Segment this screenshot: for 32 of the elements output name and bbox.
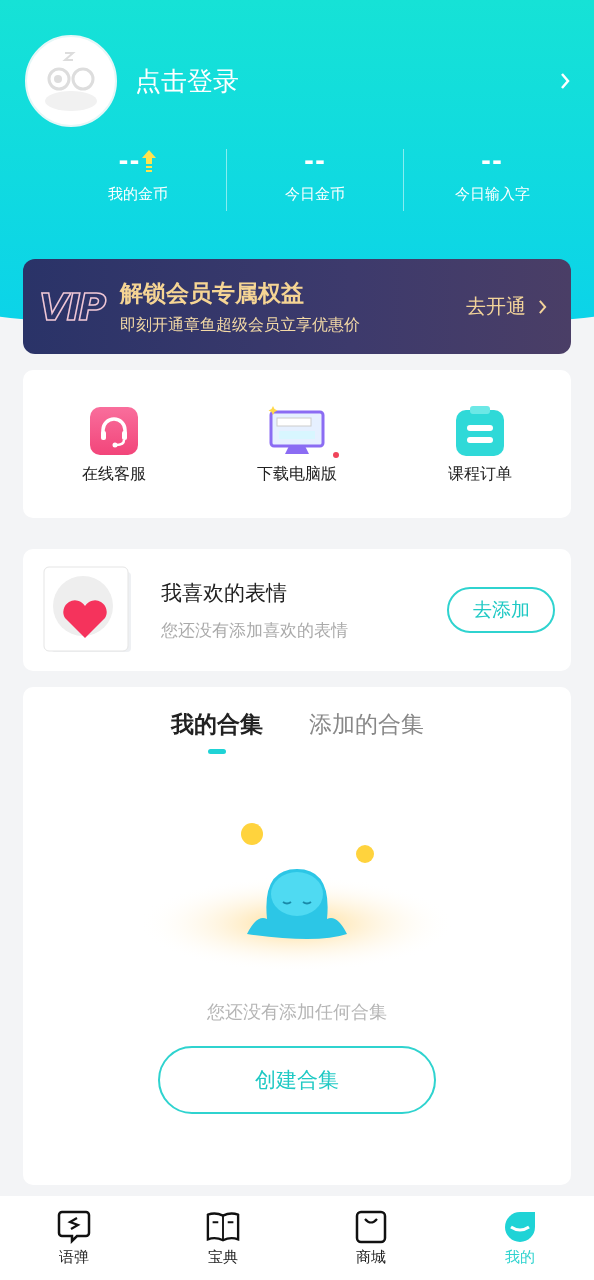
empty-message: 您还没有添加任何合集 bbox=[207, 1000, 387, 1024]
vip-title: 解锁会员专属权益 bbox=[120, 278, 306, 308]
collection-tab[interactable]: 添加的合集 bbox=[308, 709, 424, 754]
vip-logo: VIP bbox=[39, 284, 105, 329]
nav-tab[interactable]: 语弹 bbox=[0, 1196, 149, 1280]
stat-value: -- bbox=[304, 149, 326, 173]
stat-value: -- bbox=[118, 149, 141, 173]
nav-tab[interactable]: 商城 bbox=[297, 1196, 446, 1280]
stat-label: 我的金币 bbox=[107, 185, 168, 204]
chevron-right-icon bbox=[538, 298, 547, 315]
action-label[interactable]: 课程订单 bbox=[447, 463, 512, 485]
headset-icon[interactable] bbox=[90, 405, 139, 456]
smile-icon bbox=[502, 1209, 537, 1244]
action-label[interactable]: 在线客服 bbox=[82, 463, 147, 485]
open-vip-link[interactable]: 去开通 bbox=[466, 293, 526, 320]
stat-label: 今日输入字 bbox=[454, 185, 530, 204]
stat-value: -- bbox=[481, 149, 503, 173]
book-icon bbox=[205, 1209, 240, 1244]
collection-tab[interactable]: 我的合集 bbox=[170, 709, 263, 754]
action-label[interactable]: 下载电脑版 bbox=[257, 463, 337, 485]
stat-label: 今日金币 bbox=[285, 185, 345, 204]
nav-tab[interactable]: 宝典 bbox=[148, 1196, 297, 1280]
chevron-right-icon[interactable] bbox=[560, 72, 570, 90]
clipboard-icon[interactable] bbox=[455, 405, 504, 456]
avatar-icon[interactable] bbox=[25, 35, 117, 127]
favorites-subtitle: 您还没有添加喜欢的表情 bbox=[161, 618, 349, 642]
chat-bubble-icon bbox=[57, 1209, 92, 1244]
favorites-title: 我喜欢的表情 bbox=[161, 579, 288, 607]
monitor-icon[interactable] bbox=[267, 405, 327, 456]
shopping-bag-icon bbox=[354, 1209, 389, 1244]
vip-subtitle: 即刻开通章鱼超级会员立享优惠价 bbox=[120, 314, 362, 336]
heart-sticker-icon bbox=[43, 566, 133, 654]
